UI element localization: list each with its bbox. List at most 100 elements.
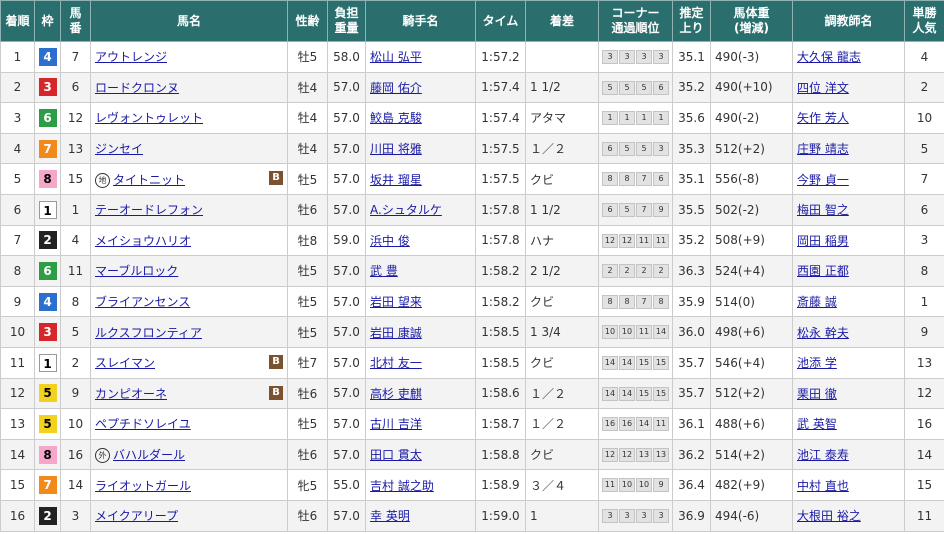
horse-name-link[interactable]: バハルダール — [113, 448, 185, 462]
corner-positions: 8876 — [602, 172, 669, 187]
table-header-row: 着順 枠 馬番 馬名 性齢 負担 重量 騎手名 タイム 着差 コーナー 通過順位 推… — [0, 0, 944, 42]
jockey-link[interactable]: 川田 将雅 — [370, 142, 422, 156]
jockey-link[interactable]: 岩田 望来 — [370, 295, 422, 309]
last3f-cell: 35.2 — [672, 71, 711, 104]
trainer-link[interactable]: 今野 貞一 — [797, 173, 849, 187]
trainer-link[interactable]: 中村 直也 — [797, 479, 849, 493]
umaban-cell: 4 — [60, 224, 91, 257]
trainer-link[interactable]: 岡田 稲男 — [797, 234, 849, 248]
popularity-cell: 9 — [904, 316, 944, 348]
jockey-link[interactable]: 藤岡 佑介 — [370, 81, 422, 95]
horse-name-link[interactable]: カンピオーネ — [95, 387, 167, 401]
waku-cell: 4 — [34, 41, 61, 73]
horse-name-link[interactable]: ジンセイ — [95, 142, 143, 156]
horse-name-link[interactable]: ルクスフロンティア — [95, 326, 202, 340]
trainer-link[interactable]: 大久保 龍志 — [797, 50, 861, 64]
weight-cell: 57.0 — [327, 377, 366, 410]
trainer-link[interactable]: 池江 泰寿 — [797, 448, 849, 462]
trainer-link[interactable]: 栗田 徹 — [797, 387, 837, 401]
jockey-link[interactable]: 岩田 康誠 — [370, 326, 422, 340]
corner-position: 7 — [636, 294, 652, 309]
corner-position: 7 — [636, 203, 652, 218]
horse-name-link[interactable]: テーオードレフォン — [95, 203, 203, 217]
weight-cell: 57.0 — [327, 408, 366, 440]
jockey-link[interactable]: 北村 友一 — [370, 356, 422, 370]
corner-position: 14 — [653, 325, 669, 340]
jockey-link[interactable]: 坂井 瑠星 — [370, 173, 422, 187]
umaban-cell: 16 — [60, 438, 91, 471]
sexage-cell: 牡5 — [287, 163, 328, 195]
jockey-link[interactable]: 武 豊 — [370, 264, 398, 278]
popularity-cell: 6 — [904, 193, 944, 226]
trainer-link[interactable]: 池添 学 — [797, 356, 837, 370]
horse-name-link[interactable]: ライオットガール — [95, 479, 191, 493]
corner-position: 8 — [619, 172, 635, 187]
horse-name-link[interactable]: マーブルロック — [95, 264, 178, 278]
trainer-link[interactable]: 梅田 智之 — [797, 203, 849, 217]
popularity-cell: 7 — [904, 163, 944, 195]
trainer-cell: 大久保 龍志 — [792, 41, 905, 73]
trainer-link[interactable]: 大根田 裕之 — [797, 509, 861, 523]
waku-cell: 2 — [34, 499, 61, 532]
rank-cell: 5 — [0, 163, 35, 195]
corner-position: 5 — [636, 80, 652, 95]
horse-name-link[interactable]: スレイマン — [95, 356, 155, 370]
jockey-link[interactable]: 高杉 吏麒 — [370, 387, 422, 401]
trainer-link[interactable]: 庄野 靖志 — [797, 142, 849, 156]
horse-name-link[interactable]: ロードクロンヌ — [95, 81, 179, 95]
jockey-link[interactable]: A.シュタルケ — [370, 203, 442, 217]
race-result-table: 着順 枠 馬番 馬名 性齢 負担 重量 騎手名 タイム 着差 コーナー 通過順位 推… — [0, 0, 944, 532]
table-row: 12 5 9 カンピオーネ B 牡6 57.0 高杉 吏麒 1:58.6 １／２ 14 14 15 15 3… — [0, 377, 944, 410]
corner-position: 12 — [602, 447, 618, 462]
corner-position: 15 — [653, 386, 669, 401]
umaban-cell: 11 — [60, 255, 91, 287]
weight-cell: 57.0 — [327, 438, 366, 471]
corner-position: 5 — [619, 141, 635, 156]
horse-name-link[interactable]: ペプチドソレイユ — [95, 417, 191, 431]
last3f-cell: 35.2 — [672, 224, 711, 257]
corner-positions: 14 14 15 15 — [602, 386, 669, 401]
trainer-cell: 斎藤 誠 — [792, 285, 905, 318]
trainer-link[interactable]: 松永 幹夫 — [797, 326, 849, 340]
trainer-cell: 庄野 靖志 — [792, 132, 905, 165]
jockey-link[interactable]: 吉村 誠之助 — [370, 479, 434, 493]
horse-cell: ペプチドソレイユ — [90, 408, 288, 440]
jockey-link[interactable]: 鮫島 克駿 — [370, 111, 422, 125]
rank-cell: 4 — [0, 132, 35, 165]
trainer-link[interactable]: 武 英智 — [797, 417, 837, 431]
jockey-link[interactable]: 幸 英明 — [370, 509, 410, 523]
rank-cell: 7 — [0, 224, 35, 257]
corner-cell: 10 10 11 14 — [598, 316, 673, 348]
jockey-cell: 北村 友一 — [365, 346, 476, 379]
horse-name-link[interactable]: レヴォントゥレット — [95, 111, 203, 125]
horse-name-link[interactable]: ブライアンセンス — [95, 295, 190, 309]
sexage-cell: 牡6 — [287, 377, 328, 410]
trainer-link[interactable]: 西園 正都 — [797, 264, 849, 278]
col-last3f: 推定 上り — [672, 0, 711, 42]
sexage-cell: 牡5 — [287, 316, 328, 348]
corner-position: 3 — [653, 141, 669, 156]
horse-name-link[interactable]: アウトレンジ — [95, 50, 167, 64]
jockey-link[interactable]: 古川 吉洋 — [370, 417, 422, 431]
blinker-icon: B — [269, 354, 283, 369]
horse-name-link[interactable]: メイクアリープ — [95, 509, 178, 523]
horse-name-link[interactable]: メイショウハリオ — [95, 234, 191, 248]
corner-position: 9 — [653, 203, 669, 218]
jockey-link[interactable]: 浜中 俊 — [370, 234, 410, 248]
trainer-link[interactable]: 四位 洋文 — [797, 81, 849, 95]
bodyweight-cell: 488(+6) — [710, 408, 793, 440]
trainer-link[interactable]: 矢作 芳人 — [797, 111, 849, 125]
rank-cell: 11 — [0, 346, 35, 379]
last3f-cell: 35.1 — [672, 41, 711, 73]
jockey-link[interactable]: 松山 弘平 — [370, 50, 422, 64]
jockey-cell: 武 豊 — [365, 255, 476, 287]
waku-cell: 6 — [34, 102, 61, 134]
table-row: 10 3 5 ルクスフロンティア 牡5 57.0 岩田 康誠 1:58.5 1 3/4 10 10 1… — [0, 316, 944, 348]
jockey-link[interactable]: 田口 貫太 — [370, 448, 422, 462]
table-row: 15 7 14 ライオットガール 牝5 55.0 吉村 誠之助 1:58.9 ３／４ 11 10 10… — [0, 469, 944, 501]
sexage-cell: 牡4 — [287, 132, 328, 165]
horse-name-link[interactable]: タイトニット — [113, 173, 185, 187]
weight-cell: 57.0 — [327, 132, 366, 165]
trainer-link[interactable]: 斎藤 誠 — [797, 295, 837, 309]
waku-badge: 8 — [38, 170, 57, 189]
